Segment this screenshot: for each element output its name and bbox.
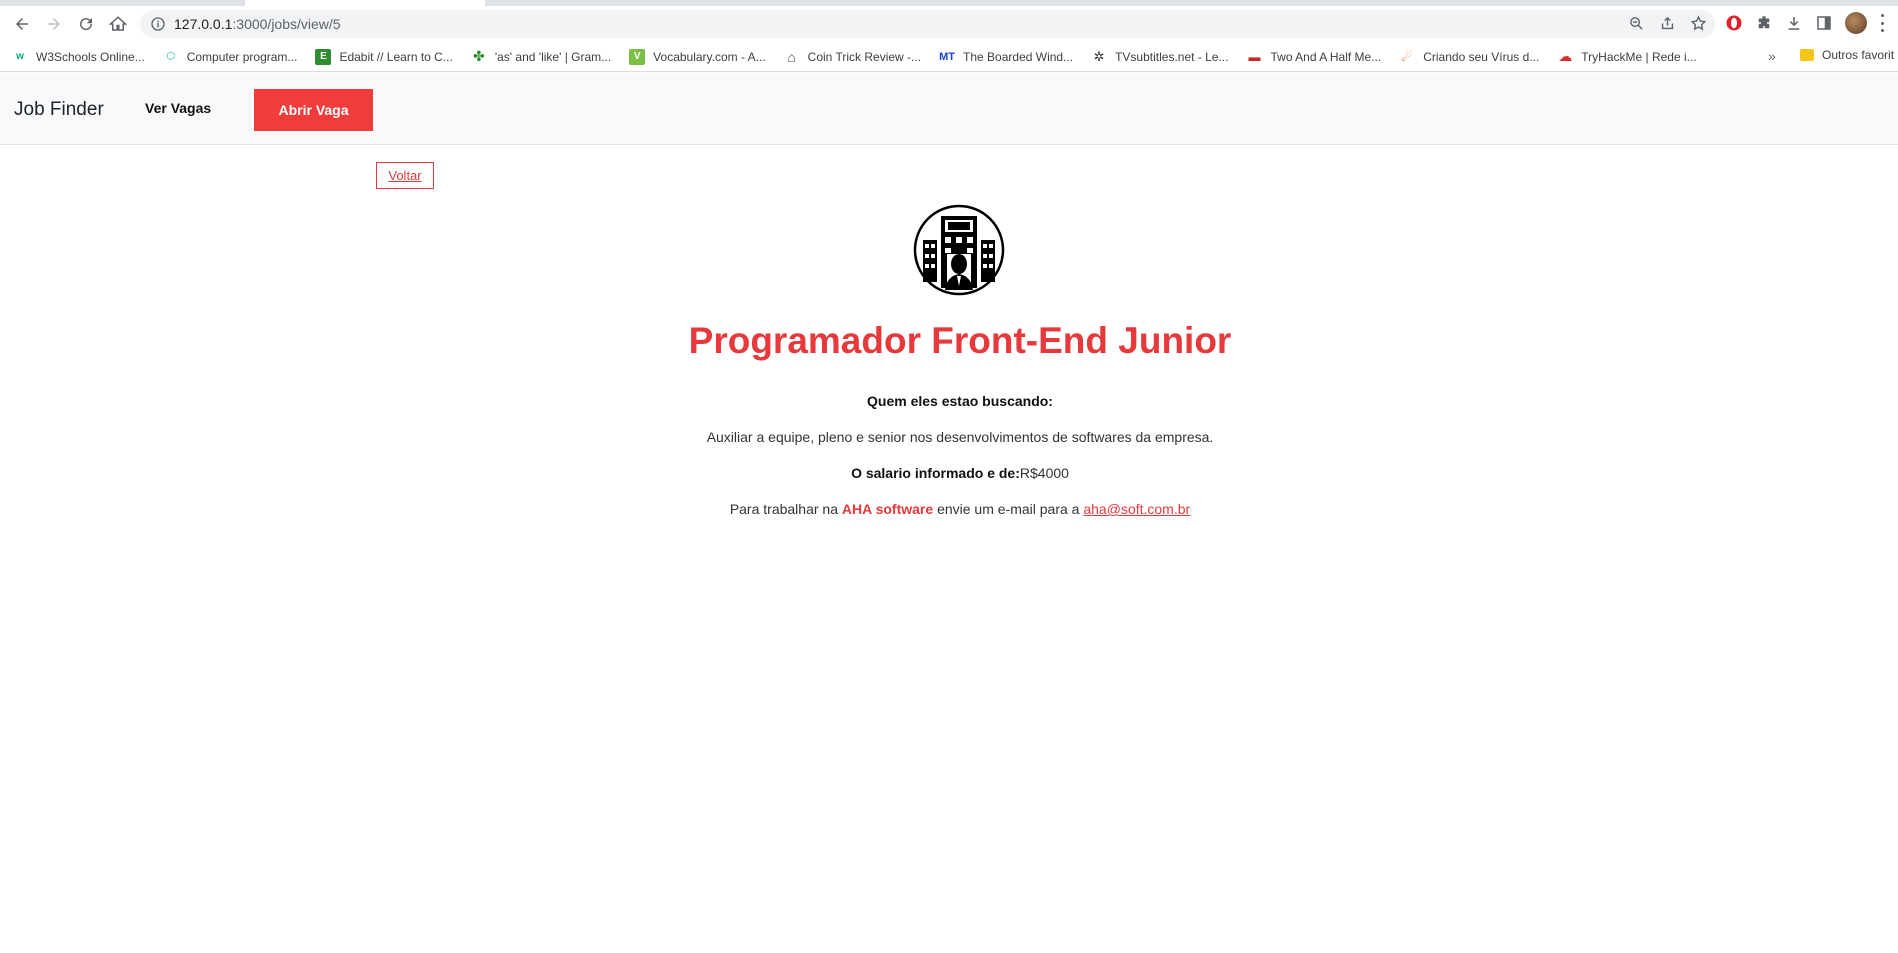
bookmark-item[interactable]: ▬ Two And A Half Me... [1246,49,1381,65]
bookmark-item[interactable]: ⌂ Coin Trick Review -... [784,49,921,65]
bookmark-item[interactable]: ✤'as' and 'like' | Gram... [471,48,611,65]
mt-icon: MT [939,50,955,63]
shrimp-icon: ☄ [1401,48,1414,64]
back-arrow-icon[interactable] [6,8,38,40]
salary-line: O salario informado e de:R$4000 [0,465,1898,481]
house-icon: ⌂ [787,48,796,65]
company-name: AHA software [841,501,934,517]
reload-icon[interactable] [70,8,102,40]
bookmark-item[interactable]: E Edabit // Learn to C... [315,48,453,65]
open-job-button[interactable]: Abrir Vaga [254,89,373,131]
email-link[interactable]: aha@soft.com.br [1083,501,1190,517]
bookmarks-bar: w W3Schools Online... ⬡ Computer program..… [0,42,1898,72]
bookmark-star-icon[interactable] [1690,15,1707,32]
address-bar[interactable]: 127.0.0.1:3000/jobs/view/5 [140,10,1715,38]
bookmark-item[interactable]: V Vocabulary.com - A... [629,48,766,65]
search-label: Quem eles estao buscando: [867,393,1053,409]
brand-link[interactable]: Job Finder [14,99,104,121]
info-icon[interactable] [150,16,166,32]
job-description: Auxiliar a equipe, pleno e senior nos de… [706,429,1214,445]
zoom-icon[interactable] [1628,15,1645,32]
app-navbar: Job Finder Ver Vagas Abrir Vaga [0,73,1898,145]
job-title: Programador Front-End Junior [688,320,1232,361]
company-logo-icon [913,204,1005,296]
share-icon[interactable] [1659,15,1676,32]
bookmark-item[interactable]: ☁ TryHackMe | Rede i... [1557,48,1696,65]
download-icon[interactable] [1785,14,1803,32]
profile-avatar[interactable] [1845,12,1867,34]
contact-prefix: Para trabalhar na [729,501,838,517]
folder-icon [1800,49,1814,61]
other-bookmarks-folder[interactable]: Outros favorit [1800,48,1894,62]
cloud-icon: ☁ [1558,48,1573,64]
bookmark-item[interactable]: ✲ TVsubtitles.net - Le... [1091,48,1229,65]
w3schools-icon: w [16,51,24,62]
clover-icon: ✤ [472,48,485,64]
bookmark-item[interactable]: w W3Schools Online... [12,49,145,65]
contact-line: Para trabalhar na AHA software envie um … [0,501,1898,517]
side-panel-icon[interactable] [1815,14,1833,32]
url-text[interactable]: 127.0.0.1:3000/jobs/view/5 [174,16,341,32]
menu-kebab-icon[interactable] [1879,14,1885,32]
salary-label: O salario informado e de: [851,465,1020,481]
tv-logo-icon: ▬ [1248,49,1261,64]
edabit-icon: E [315,48,332,65]
salary-value: R$4000 [1019,465,1069,481]
film-reel-icon: ✲ [1093,48,1105,64]
browser-toolbar: 127.0.0.1:3000/jobs/view/5 [0,6,1898,42]
forward-arrow-icon[interactable] [38,8,70,40]
contact-middle: envie um e-mail para a [937,501,1080,517]
back-button[interactable]: Voltar [376,162,434,189]
hexagon-icon: ⬡ [166,51,176,62]
bookmarks-overflow-chevron-icon[interactable]: » [1768,48,1776,64]
bookmark-item[interactable]: ☄ Criando seu Vírus d... [1399,49,1539,65]
bookmark-item[interactable]: MT The Boarded Wind... [939,49,1073,65]
vocabulary-icon: V [629,48,646,65]
home-icon[interactable] [102,8,134,40]
nav-link-ver-vagas[interactable]: Ver Vagas [145,100,211,116]
bookmark-item[interactable]: ⬡ Computer program... [163,49,297,65]
extensions-puzzle-icon[interactable] [1755,14,1773,32]
opera-icon[interactable] [1725,14,1743,32]
